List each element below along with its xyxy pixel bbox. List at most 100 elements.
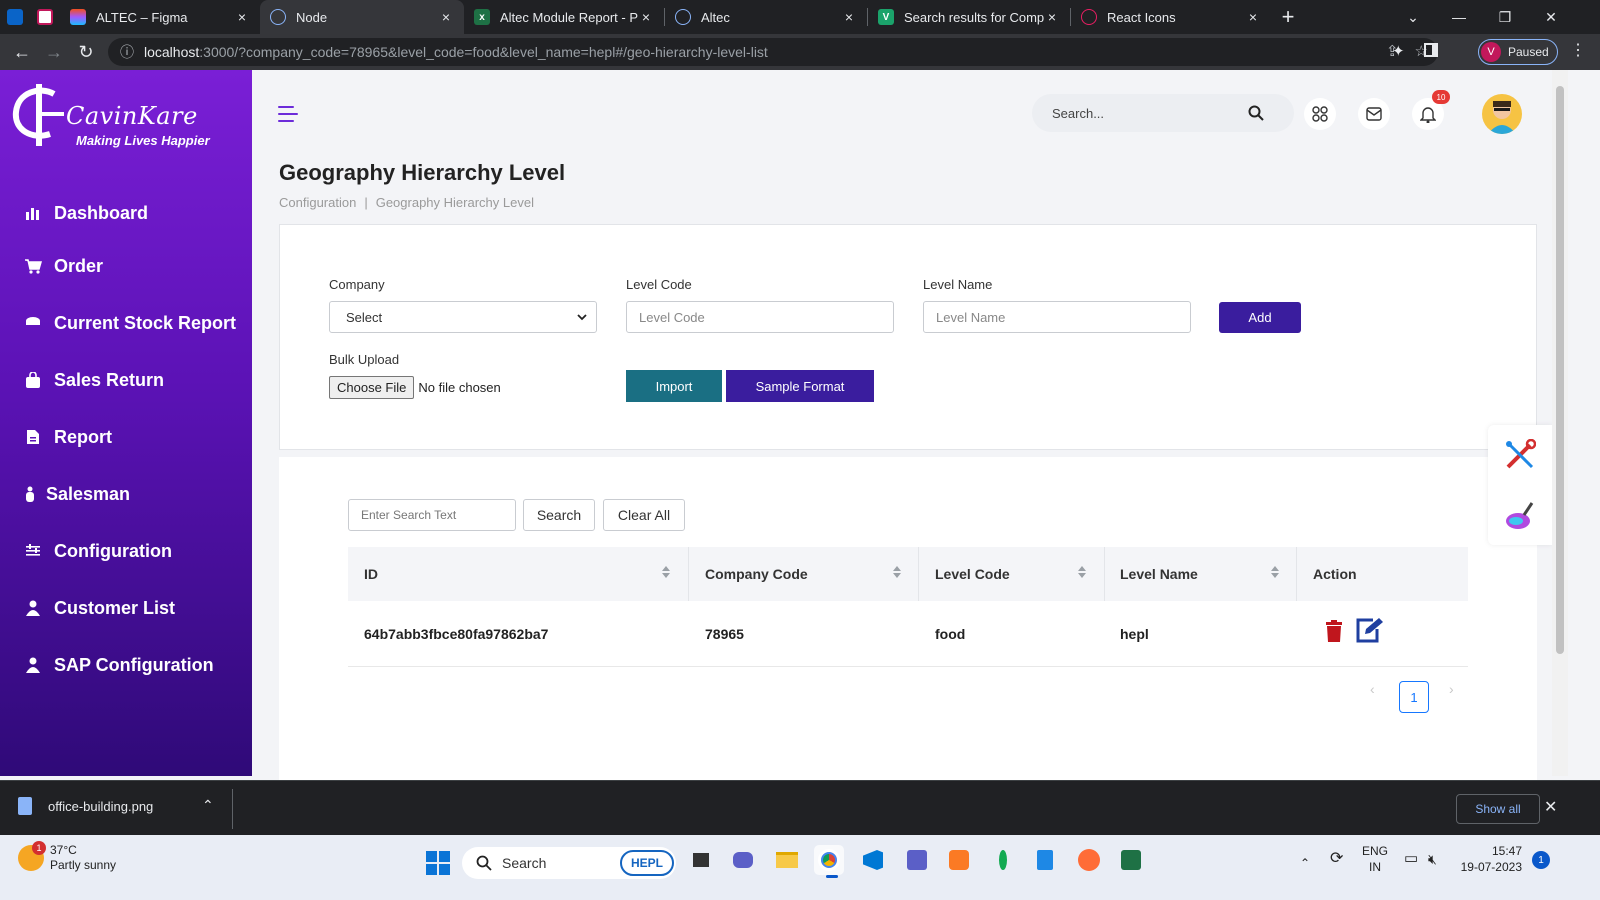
mail-icon[interactable] [1358, 98, 1390, 130]
file-explorer-icon[interactable] [772, 845, 802, 875]
level-code-input[interactable]: Level Code [626, 301, 894, 333]
column-header-id[interactable]: ID [364, 547, 378, 601]
volume-muted-icon[interactable]: 🔇︎ [1428, 851, 1437, 867]
tab-search-results[interactable]: V Search results for Company × [868, 0, 1070, 34]
address-bar[interactable]: ⓘ localhost:3000/?company_code=78965&lev… [108, 38, 1438, 66]
search-button[interactable]: Search [523, 499, 595, 531]
header-search-input[interactable]: Search... [1052, 106, 1104, 121]
tab-close-icon[interactable]: × [638, 9, 654, 25]
tab-altec-report[interactable]: x Altec Module Report - Pha × [464, 0, 664, 34]
tab-close-icon[interactable]: × [841, 9, 857, 25]
download-item[interactable]: office-building.png [18, 797, 153, 815]
minimize-icon[interactable]: — [1436, 0, 1482, 34]
excel-icon[interactable] [1116, 845, 1146, 875]
tab-close-icon[interactable]: × [438, 9, 454, 25]
profile-button[interactable]: V Paused [1478, 39, 1558, 65]
pinned-tab-app[interactable] [30, 0, 60, 34]
postman-icon[interactable] [1074, 845, 1104, 875]
search-icon[interactable] [1248, 105, 1264, 121]
tab-figma[interactable]: ALTEC – Figma × [60, 0, 260, 34]
show-all-button[interactable]: Show all [1456, 794, 1540, 824]
table-search-input[interactable]: Enter Search Text [348, 499, 516, 531]
sidebar-item-sales-return[interactable]: Sales Return [24, 363, 164, 397]
forward-icon[interactable]: → [38, 36, 70, 68]
tab-altec[interactable]: Altec × [665, 0, 867, 34]
xampp-icon[interactable] [944, 845, 974, 875]
profile-avatar: V [1481, 42, 1501, 62]
import-button[interactable]: Import [626, 370, 722, 402]
vscode-icon[interactable] [858, 845, 888, 875]
sidebar-item-dashboard[interactable]: Dashboard [24, 196, 148, 230]
choose-file-button[interactable]: Choose File [329, 376, 415, 399]
delete-icon[interactable] [1325, 620, 1343, 642]
tab-close-icon[interactable]: × [1245, 9, 1261, 25]
notification-center-badge[interactable]: 1 [1532, 851, 1550, 869]
scrollbar-thumb[interactable] [1556, 86, 1564, 654]
sort-icon[interactable] [1078, 566, 1088, 580]
sidebar-item-current-stock-report[interactable]: Current Stock Report [24, 306, 236, 340]
hamburger-menu-icon[interactable] [278, 106, 298, 127]
taskbar-search[interactable]: Search HEPL [462, 847, 676, 879]
mongodb-icon[interactable] [988, 845, 1018, 875]
language-indicator[interactable]: ENG IN [1362, 843, 1388, 875]
sidebar-item-salesman[interactable]: Salesman [24, 477, 130, 511]
browser-menu-icon[interactable]: ⋮ [1570, 40, 1586, 60]
pinned-tab-outlook[interactable] [0, 0, 30, 34]
new-tab-button[interactable]: + [1271, 4, 1305, 30]
sort-icon[interactable] [1271, 566, 1281, 580]
header-search[interactable]: Search... [1032, 94, 1294, 132]
tab-search-icon[interactable]: ⌄ [1390, 0, 1436, 34]
site-info-icon[interactable]: ⓘ [120, 42, 134, 62]
company-select[interactable]: Select [329, 301, 597, 333]
tools-icon[interactable] [1504, 439, 1536, 471]
window-close-icon[interactable]: ✕ [1528, 0, 1574, 34]
side-panel-icon[interactable] [1424, 43, 1438, 57]
column-header-level-name[interactable]: Level Name [1120, 547, 1198, 601]
chevron-up-icon[interactable]: ⌃ [202, 797, 214, 814]
task-view-icon[interactable] [686, 845, 716, 875]
chrome-icon[interactable] [814, 845, 844, 875]
extensions-icon[interactable]: ✦ [1392, 42, 1405, 60]
back-icon[interactable]: ← [6, 36, 38, 68]
add-button[interactable]: Add [1219, 302, 1301, 333]
tab-close-icon[interactable]: × [234, 9, 250, 25]
sample-format-button[interactable]: Sample Format [726, 370, 874, 402]
paint-brush-icon[interactable] [1504, 501, 1536, 531]
apps-grid-icon[interactable] [1304, 98, 1336, 130]
sidebar-item-order[interactable]: Order [24, 249, 103, 283]
sort-icon[interactable] [662, 566, 672, 580]
weather-widget[interactable]: 1 37°C Partly sunny [18, 841, 116, 873]
sidebar-item-report[interactable]: Report [24, 420, 112, 454]
meet-icon[interactable] [728, 845, 758, 875]
column-header-company-code[interactable]: Company Code [705, 547, 808, 601]
clock[interactable]: 15:47 19-07-2023 [1458, 843, 1522, 875]
tab-react-icons[interactable]: React Icons × [1071, 0, 1271, 34]
teams-icon[interactable] [902, 845, 932, 875]
level-name-input[interactable]: Level Name [923, 301, 1191, 333]
file-picker[interactable]: Choose File No file chosen [329, 376, 501, 399]
monitor-icon[interactable]: ▭ [1404, 851, 1418, 867]
windows-start-icon[interactable] [426, 851, 450, 875]
restore-icon[interactable]: ❐ [1482, 0, 1528, 34]
breadcrumb-configuration[interactable]: Configuration [279, 195, 356, 210]
pagination-prev[interactable]: ‹ [1370, 681, 1375, 697]
edit-icon[interactable] [1355, 617, 1385, 643]
brand-logo[interactable]: CavinKare Making Lives Happier [10, 78, 240, 158]
sidebar-item-customer-list[interactable]: Customer List [24, 591, 175, 625]
sort-icon[interactable] [893, 566, 903, 580]
notepad-icon[interactable] [1030, 845, 1060, 875]
tab-close-icon[interactable]: × [1044, 9, 1060, 25]
sidebar-item-sap-configuration[interactable]: SAP Configuration [24, 648, 214, 682]
sync-icon[interactable]: ⟳ [1330, 851, 1343, 867]
column-header-level-code[interactable]: Level Code [935, 547, 1010, 601]
pagination-page-1[interactable]: 1 [1399, 681, 1429, 713]
page-scrollbar[interactable] [1552, 70, 1568, 776]
reload-icon[interactable]: ↻ [70, 36, 102, 68]
download-bar-close-icon[interactable]: ✕ [1544, 797, 1557, 817]
sidebar-item-configuration[interactable]: Configuration [24, 534, 172, 568]
user-avatar[interactable] [1482, 94, 1522, 134]
tab-node[interactable]: Node × [260, 0, 464, 34]
tray-overflow-icon[interactable]: ⌃ [1300, 855, 1310, 871]
pagination-next[interactable]: › [1449, 681, 1454, 697]
clear-all-button[interactable]: Clear All [603, 499, 685, 531]
